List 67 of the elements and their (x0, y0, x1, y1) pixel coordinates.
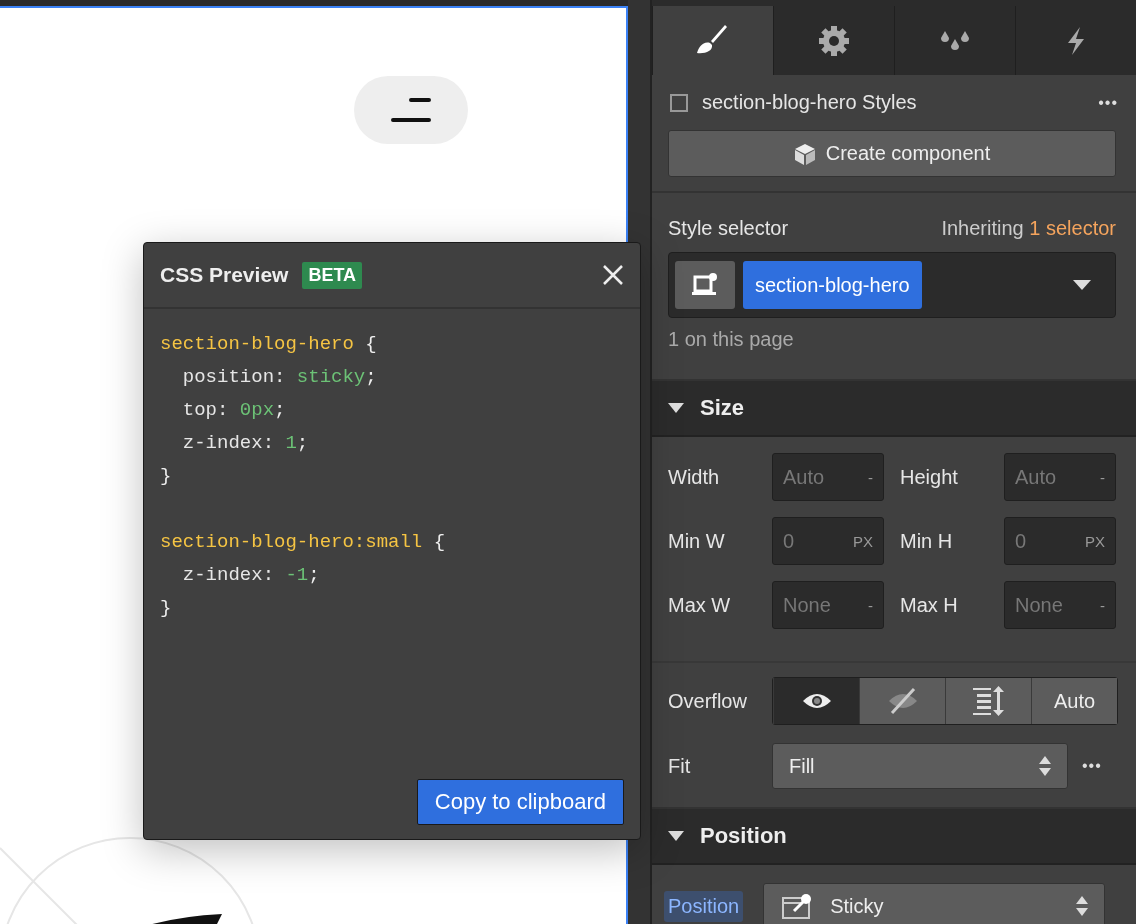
style-selector-label: Style selector (668, 217, 789, 240)
eye-slash-icon (887, 687, 918, 715)
code-selector: section-blog-hero (160, 332, 354, 355)
usage-text: 1 on this page (667, 327, 795, 351)
size-input[interactable]: None - (772, 581, 884, 629)
code-value: sticky (296, 365, 366, 388)
field-label: Width (668, 464, 721, 490)
inheriting-label: Inheriting (941, 217, 1024, 239)
inherit-link[interactable]: 1 selector (1029, 217, 1116, 239)
cube-icon (793, 142, 816, 165)
position-select[interactable]: Sticky (763, 883, 1106, 924)
code-value: 0px (239, 398, 275, 421)
code-brace: } (160, 464, 172, 487)
scroll-lines-icon (972, 686, 1005, 716)
size-input[interactable]: 0 PX (772, 517, 884, 565)
beta-badge: BETA (302, 261, 363, 289)
size-input[interactable]: None - (1004, 581, 1116, 629)
copy-button[interactable]: Copy to clipboard (416, 779, 624, 825)
more-button[interactable]: ••• (1082, 757, 1102, 775)
close-button[interactable] (602, 264, 624, 286)
section-header[interactable]: Position (652, 807, 1136, 865)
code-brace: } (160, 596, 172, 619)
panel-title: CSS Preview (160, 263, 289, 287)
code-property: position: (182, 365, 286, 388)
code-selector: section-blog-hero:small (160, 530, 423, 553)
code-brace: { (433, 530, 446, 553)
styles-label: section-blog-hero Styles (702, 91, 918, 114)
code-semicolon: ; (274, 398, 286, 421)
checkbox[interactable] (670, 93, 688, 112)
field-label: Min H (900, 528, 954, 554)
updown-arrows-icon (1039, 756, 1051, 776)
code-value: 1 (285, 431, 297, 454)
code-property: z-index: (182, 563, 275, 586)
pinned-window-icon (782, 893, 813, 919)
fit-label: Fit (668, 754, 692, 778)
monitor-dot-icon (692, 273, 718, 297)
code-value: -1 (285, 563, 309, 586)
selector-field[interactable]: section-blog-hero (668, 252, 1116, 318)
code-semicolon: ; (308, 563, 320, 586)
field-label: Min W (668, 528, 726, 554)
dropdown-caret-icon (1073, 280, 1091, 290)
create-component-button[interactable]: Create component (668, 130, 1116, 177)
code-semicolon: ; (365, 365, 377, 388)
more-button[interactable]: ••• (1098, 93, 1118, 112)
updown-arrows-icon (1076, 896, 1089, 916)
size-input[interactable]: Auto - (1004, 453, 1116, 501)
element-state-button[interactable] (675, 261, 735, 309)
overflow-option[interactable]: Auto (1031, 678, 1117, 724)
code-semicolon: ; (296, 431, 309, 454)
panel-tab[interactable] (652, 6, 773, 75)
code-property: top: (182, 398, 229, 421)
size-input[interactable]: 0 PX (1004, 517, 1116, 565)
field-label: Max H (900, 592, 959, 618)
section-header[interactable]: Size (652, 379, 1136, 437)
code-brace: { (365, 332, 377, 355)
class-chip[interactable]: section-blog-hero (743, 261, 922, 309)
eye-icon (801, 691, 832, 711)
overflow-option[interactable] (773, 678, 859, 724)
field-label: Height (900, 464, 959, 490)
overflow-label: Overflow (668, 689, 748, 713)
code-property: z-index: (182, 431, 275, 454)
size-input[interactable]: Auto - (772, 453, 884, 501)
position-label: Position (664, 890, 744, 922)
menu-icon (390, 97, 432, 123)
field-label: Max W (668, 592, 732, 618)
fit-select[interactable]: Fill (772, 743, 1068, 789)
close-icon (602, 264, 624, 286)
